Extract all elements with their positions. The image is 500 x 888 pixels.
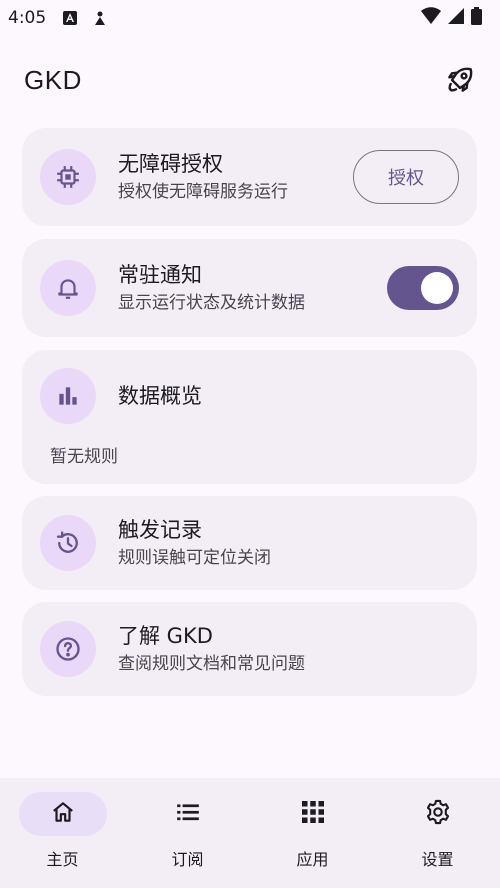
bottom-navigation: 主页 订阅 应用 设置 — [0, 778, 500, 888]
home-icon — [50, 799, 76, 829]
signal-icon — [447, 7, 465, 29]
stats-card[interactable]: 数据概览 暂无规则 — [22, 350, 477, 484]
battery-icon — [471, 7, 482, 29]
nav-item-subscriptions[interactable]: 订阅 — [125, 778, 250, 888]
app-bar: GKD — [0, 52, 500, 108]
bell-icon — [40, 260, 96, 316]
notification-card: 常驻通知 显示运行状态及统计数据 — [22, 239, 477, 337]
bar-chart-icon — [40, 368, 96, 424]
stats-title: 数据概览 — [118, 384, 202, 408]
app-title: GKD — [24, 64, 82, 95]
history-icon — [40, 515, 96, 571]
status-time: 4:05 — [8, 8, 47, 28]
accessibility-subtitle: 授权使无障碍服务运行 — [118, 182, 288, 202]
nav-label-subscriptions: 订阅 — [171, 850, 204, 869]
about-card[interactable]: 了解 GKD 查阅规则文档和常见问题 — [22, 602, 477, 696]
nav-label-apps: 应用 — [296, 850, 329, 869]
rocket-icon[interactable] — [444, 64, 476, 96]
android-notification-icon — [92, 10, 108, 26]
nav-indicator — [18, 792, 107, 836]
app-store-notification-icon — [62, 10, 78, 26]
stats-empty-text: 暂无规则 — [50, 447, 118, 467]
notification-toggle[interactable] — [387, 266, 459, 310]
accessibility-card: 无障碍授权 授权使无障碍服务运行 授权 — [22, 128, 477, 226]
history-subtitle: 规则误触可定位关闭 — [118, 548, 271, 568]
accessibility-title: 无障碍授权 — [118, 152, 223, 176]
nav-item-home[interactable]: 主页 — [0, 778, 125, 888]
chip-icon — [40, 149, 96, 205]
authorize-button[interactable]: 授权 — [353, 150, 459, 204]
status-bar: 4:05 — [0, 0, 500, 36]
list-icon — [175, 799, 201, 829]
about-title: 了解 GKD — [118, 624, 213, 648]
help-icon — [40, 621, 96, 677]
gear-icon — [424, 798, 452, 830]
notification-subtitle: 显示运行状态及统计数据 — [118, 293, 305, 313]
notification-title: 常驻通知 — [118, 263, 202, 287]
status-indicators — [421, 7, 482, 29]
nav-item-settings[interactable]: 设置 — [375, 778, 500, 888]
nav-item-apps[interactable]: 应用 — [250, 778, 375, 888]
nav-label-settings: 设置 — [421, 850, 454, 869]
wifi-icon — [421, 7, 441, 29]
toggle-thumb — [421, 272, 453, 304]
history-title: 触发记录 — [118, 518, 202, 542]
nav-label-home: 主页 — [46, 850, 79, 869]
apps-grid-icon — [301, 800, 325, 828]
about-subtitle: 查阅规则文档和常见问题 — [118, 654, 305, 674]
history-card[interactable]: 触发记录 规则误触可定位关闭 — [22, 496, 477, 590]
